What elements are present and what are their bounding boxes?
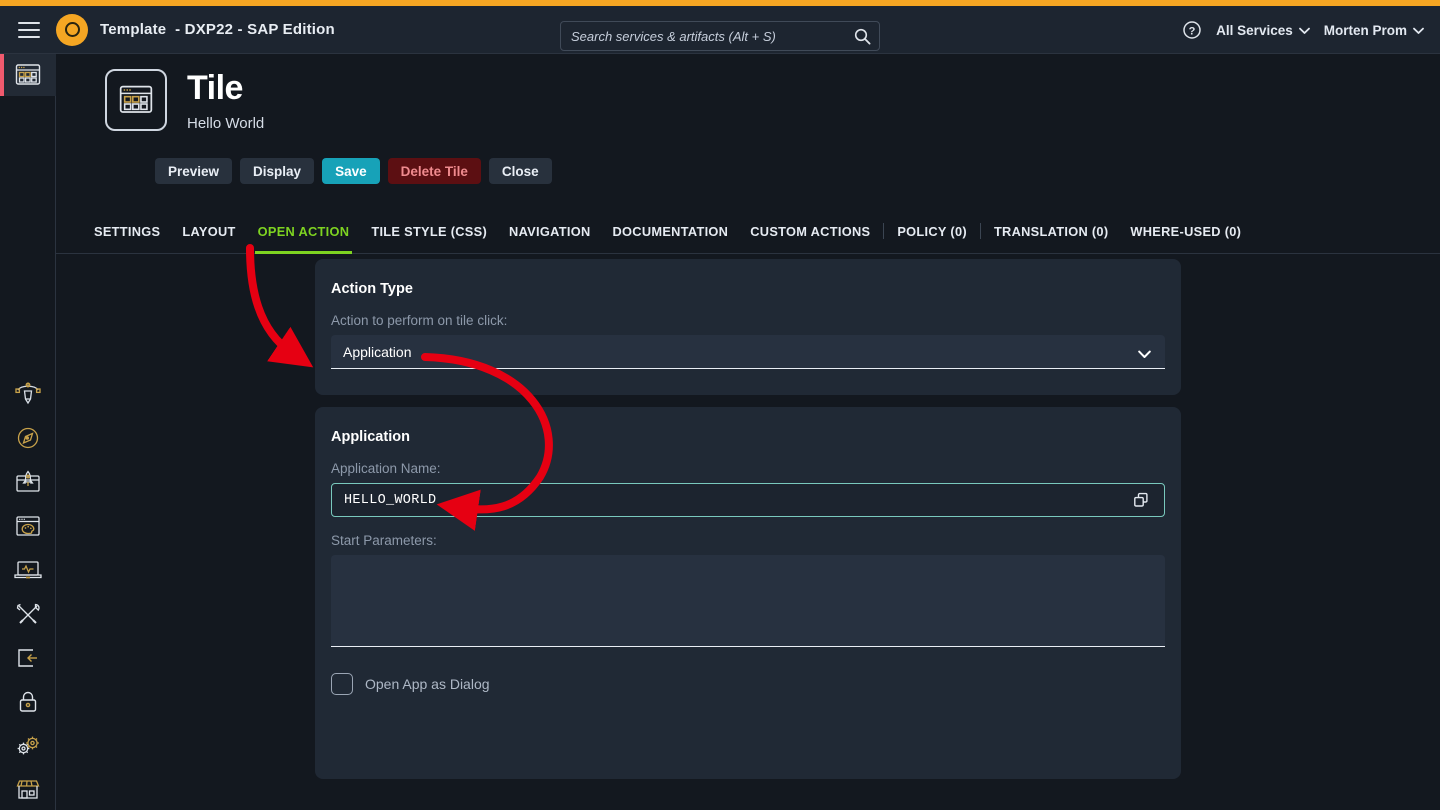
action-type-select[interactable]: Application bbox=[331, 335, 1165, 369]
close-button[interactable]: Close bbox=[488, 158, 552, 184]
sidebar-item-lock[interactable] bbox=[0, 680, 56, 724]
page-tile-icon bbox=[105, 69, 167, 131]
app-header: Template - DXP22 - SAP Edition ? All Ser… bbox=[0, 6, 1440, 54]
sidebar-item-marketplace[interactable] bbox=[0, 768, 56, 810]
tab-layout[interactable]: LAYOUT bbox=[171, 209, 246, 254]
app-root: Template - DXP22 - SAP Edition ? All Ser… bbox=[0, 0, 1440, 810]
all-services-label: All Services bbox=[1216, 22, 1293, 38]
login-box-icon bbox=[18, 649, 37, 667]
delete-tile-button[interactable]: Delete Tile bbox=[387, 158, 481, 184]
sidebar-item-compass[interactable] bbox=[0, 416, 56, 460]
svg-text:?: ? bbox=[1189, 25, 1196, 37]
lock-icon bbox=[19, 691, 37, 712]
active-item-marker bbox=[0, 54, 4, 96]
tab-tile-style-css[interactable]: TILE STYLE (CSS) bbox=[360, 209, 498, 254]
app-title-main: Template bbox=[100, 21, 167, 38]
sidebar-item-tile[interactable] bbox=[0, 54, 56, 96]
page-title-block: Tile Hello World bbox=[187, 69, 264, 132]
user-menu[interactable]: Morten Prom bbox=[1324, 23, 1424, 38]
app-title-suffix: - DXP22 - SAP Edition bbox=[175, 21, 335, 38]
search-box[interactable] bbox=[560, 21, 880, 51]
logo-ring bbox=[64, 22, 80, 37]
help-circle-icon[interactable]: ? bbox=[1182, 20, 1202, 40]
search-icon[interactable] bbox=[845, 22, 879, 50]
laptop-monitor-icon bbox=[14, 561, 42, 579]
storefront-icon bbox=[16, 780, 40, 799]
open-app-as-dialog-checkbox[interactable] bbox=[331, 673, 353, 695]
application-name-label: Application Name: bbox=[331, 461, 441, 476]
start-parameters-label: Start Parameters: bbox=[331, 533, 437, 548]
tab-navigation[interactable]: NAVIGATION bbox=[498, 209, 601, 254]
application-name-input[interactable] bbox=[344, 492, 1130, 508]
user-label: Morten Prom bbox=[1323, 22, 1407, 38]
sidebar-item-tools[interactable] bbox=[0, 592, 56, 636]
chevron-down-icon bbox=[1298, 23, 1310, 38]
app-title: Template - DXP22 - SAP Edition bbox=[100, 21, 335, 38]
tile-grid-icon bbox=[119, 85, 153, 113]
brand-circle-logo[interactable] bbox=[56, 13, 88, 46]
left-sidebar bbox=[0, 54, 56, 810]
page-title: Tile bbox=[187, 69, 243, 107]
preview-button[interactable]: Preview bbox=[155, 158, 233, 184]
sidebar-item-pen-nib[interactable] bbox=[0, 372, 56, 416]
page-action-buttons: Preview Display Save Delete Tile Close bbox=[155, 158, 552, 184]
display-button[interactable]: Display bbox=[240, 158, 315, 184]
application-panel: Application Application Name: Start Para… bbox=[315, 407, 1181, 779]
page-subtitle: Hello World bbox=[187, 115, 265, 132]
tab-custom-actions[interactable]: CUSTOM ACTIONS bbox=[739, 209, 881, 254]
tab-separator bbox=[979, 223, 981, 239]
search-input[interactable] bbox=[561, 28, 845, 44]
gears-icon bbox=[17, 736, 39, 755]
all-services-menu[interactable]: All Services bbox=[1216, 23, 1310, 38]
sidebar-item-settings[interactable] bbox=[0, 724, 56, 768]
tile-grid-icon bbox=[15, 64, 41, 85]
tab-open-action[interactable]: OPEN ACTION bbox=[247, 209, 361, 254]
action-type-panel-title: Action Type bbox=[331, 281, 413, 297]
tab-settings[interactable]: SETTINGS bbox=[83, 209, 171, 254]
tab-documentation[interactable]: DOCUMENTATION bbox=[601, 209, 739, 254]
sidebar-icon-list bbox=[0, 372, 56, 810]
sidebar-item-rocket[interactable] bbox=[0, 460, 56, 504]
page-content: Tile Hello World Preview Display Save Delet… bbox=[56, 54, 1440, 810]
palette-window-icon bbox=[16, 516, 40, 536]
application-name-field[interactable] bbox=[331, 483, 1165, 517]
page-header: Tile Hello World bbox=[105, 69, 264, 132]
application-panel-title: Application bbox=[331, 429, 410, 445]
sidebar-item-login[interactable] bbox=[0, 636, 56, 680]
tools-icon bbox=[16, 603, 40, 624]
open-app-as-dialog-row[interactable]: Open App as Dialog bbox=[315, 647, 1181, 695]
start-parameters-field[interactable] bbox=[331, 555, 1165, 647]
pen-nib-icon bbox=[15, 382, 41, 405]
start-parameters-input[interactable] bbox=[331, 555, 1165, 646]
tab-bar: SETTINGS LAYOUT OPEN ACTION TILE STYLE (CSS… bbox=[56, 209, 1440, 254]
tab-where-used-0[interactable]: WHERE-USED (0) bbox=[1119, 209, 1252, 254]
tab-policy-0[interactable]: POLICY (0) bbox=[886, 209, 978, 254]
action-type-field-label: Action to perform on tile click: bbox=[331, 313, 508, 328]
action-type-panel: Action Type Action to perform on tile cl… bbox=[315, 259, 1181, 395]
sidebar-item-laptop[interactable] bbox=[0, 548, 56, 592]
sidebar-item-palette[interactable] bbox=[0, 504, 56, 548]
compass-icon bbox=[17, 427, 39, 449]
header-right-group: ? All Services Morten Prom bbox=[1182, 20, 1424, 40]
hamburger-menu-icon[interactable] bbox=[18, 21, 40, 38]
chevron-down-icon bbox=[1413, 23, 1424, 38]
save-button[interactable]: Save bbox=[322, 158, 380, 184]
open-app-as-dialog-label: Open App as Dialog bbox=[365, 676, 490, 692]
tab-separator bbox=[883, 223, 885, 239]
action-type-select-value: Application bbox=[343, 343, 412, 360]
rocket-window-icon bbox=[16, 470, 40, 492]
chevron-down-icon bbox=[1138, 346, 1151, 364]
copy-icon[interactable] bbox=[1130, 489, 1152, 511]
tab-translation-0[interactable]: TRANSLATION (0) bbox=[983, 209, 1119, 254]
